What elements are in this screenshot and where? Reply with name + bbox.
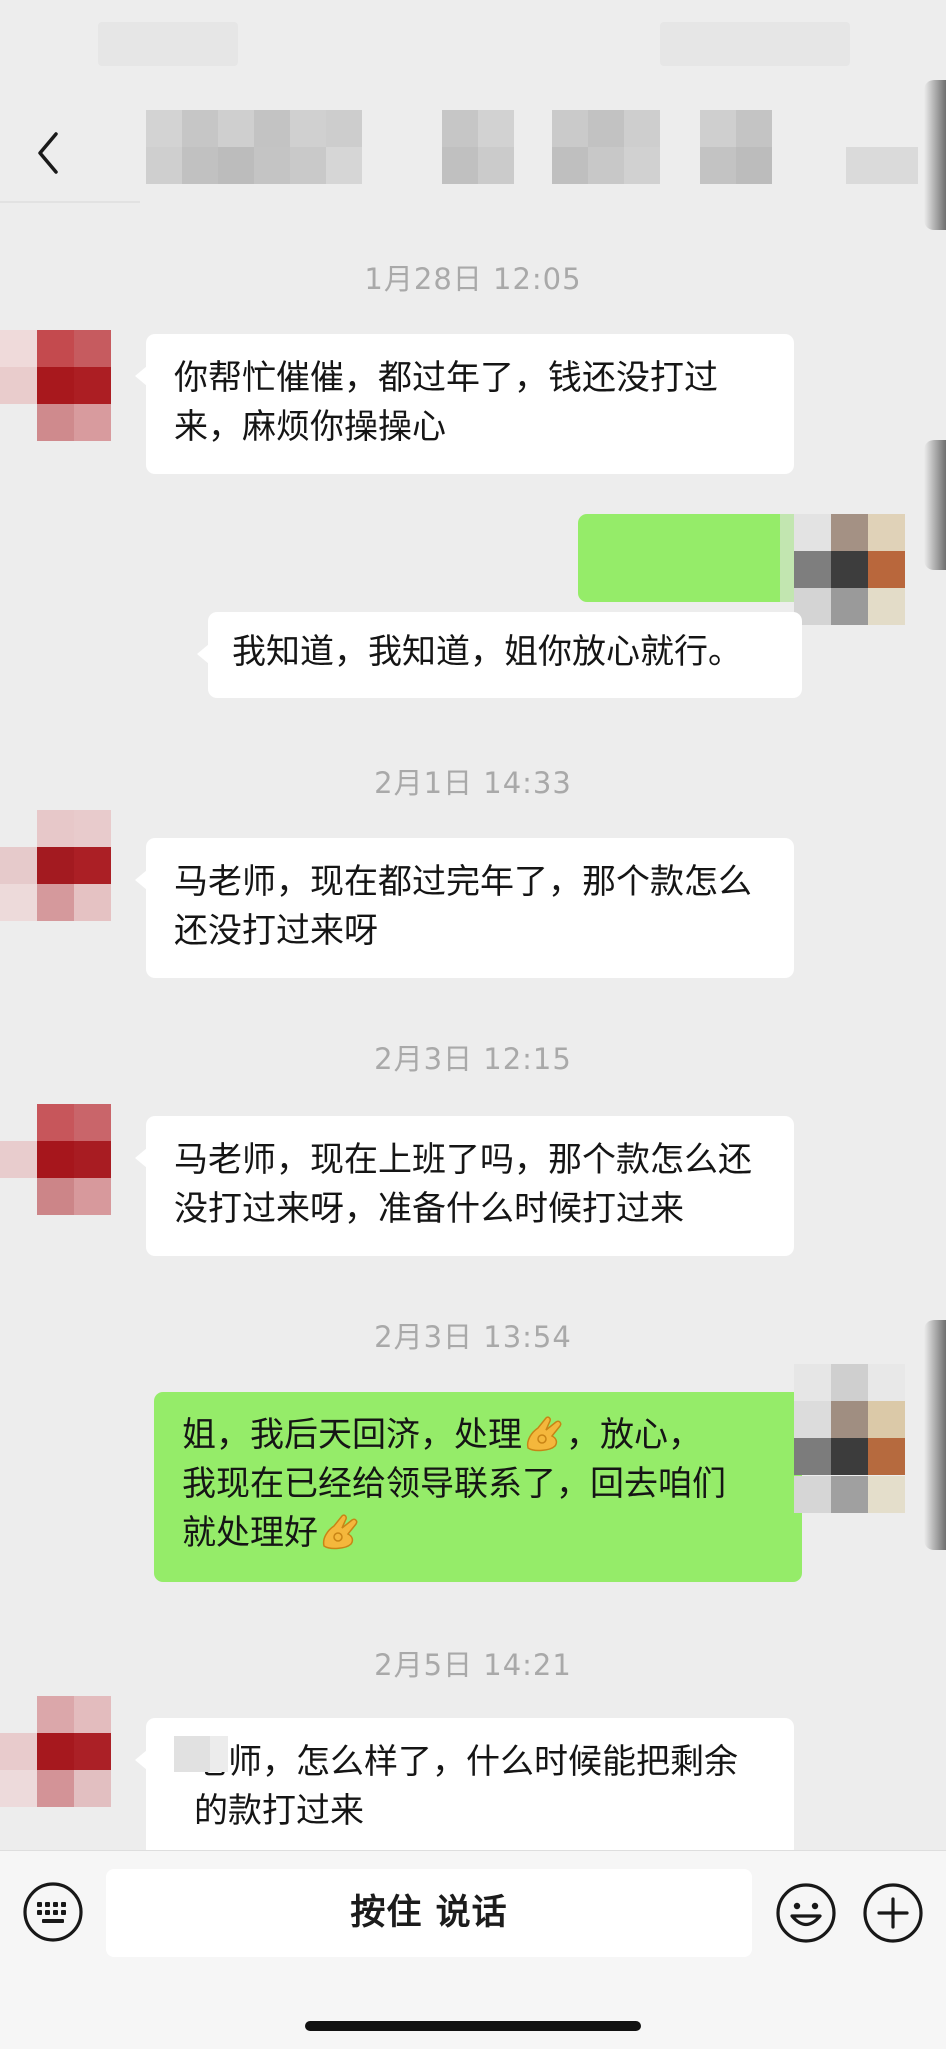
edge-shadow	[924, 440, 946, 570]
chat-header	[0, 0, 946, 205]
message-timestamp: 2月3日 12:15	[374, 1042, 572, 1076]
home-indicator[interactable]	[305, 2021, 641, 2031]
incoming-message-bubble[interactable]: 马老师，现在上班了吗，那个款怎么还没打过来呀，准备什么时候打过来	[135, 1116, 794, 1256]
quoted-text: 我知道，我知道，姐你放心就行。	[232, 632, 742, 672]
avatar[interactable]	[0, 810, 112, 922]
message-timestamp: 1月28日 12:05	[364, 262, 582, 296]
chat-input-bar: 按住 说话	[0, 1850, 946, 2049]
avatar[interactable]	[0, 1104, 112, 1216]
status-bar-blur	[98, 22, 238, 66]
ok-hand-emoji-icon	[526, 1416, 562, 1452]
smiley-icon[interactable]	[774, 1881, 838, 1945]
message-text: 你帮忙催催，都过年了，钱还没打过来，麻烦你操操心	[174, 358, 718, 447]
message-text: 姐，我后天回济，处理 ，放心， 我现在已经给领导联系了，回去咱们 就处理好	[182, 1415, 726, 1553]
message-text: 马老师，现在上班了吗，那个款怎么还没打过来呀，准备什么时候打过来	[174, 1140, 752, 1229]
contact-name-obscured	[146, 110, 918, 184]
keyboard-icon[interactable]	[22, 1881, 84, 1943]
hold-to-talk-button[interactable]: 按住 说话	[106, 1869, 752, 1957]
message-timestamp: 2月1日 14:33	[374, 766, 572, 800]
header-divider	[0, 201, 140, 203]
message-timestamp: 2月5日 14:21	[374, 1648, 572, 1682]
obscured-content	[210, 1736, 228, 1772]
incoming-message-bubble[interactable]: 马老师，现在都过完年了，那个款怎么还没打过来呀	[135, 838, 794, 978]
avatar[interactable]	[0, 1696, 112, 1808]
incoming-message-bubble[interactable]: 老师，怎么样了，什么时候能把剩余的款打过来	[135, 1718, 794, 1858]
obscured-content	[174, 1736, 210, 1772]
message-text: 老师，怎么样了，什么时候能把剩余的款打过来	[194, 1742, 738, 1831]
avatar[interactable]	[0, 330, 112, 442]
incoming-message-bubble[interactable]: 你帮忙催催，都过年了，钱还没打过来，麻烦你操操心	[135, 334, 794, 474]
status-bar-blur	[660, 22, 850, 66]
plus-circle-icon[interactable]	[861, 1881, 925, 1945]
avatar[interactable]	[794, 514, 924, 626]
chevron-left-icon[interactable]	[30, 128, 70, 178]
avatar[interactable]	[794, 1364, 924, 1476]
outgoing-message-bubble[interactable]	[578, 514, 815, 602]
message-timestamp: 2月3日 13:54	[374, 1320, 572, 1354]
outgoing-message-bubble[interactable]: 姐，我后天回济，处理 ，放心， 我现在已经给领导联系了，回去咱们 就处理好	[154, 1392, 813, 1582]
edge-shadow	[924, 80, 946, 230]
quoted-message[interactable]: 我知道，我知道，姐你放心就行。	[197, 612, 802, 698]
ok-hand-emoji-icon	[322, 1514, 358, 1550]
avatar-lower-blur	[794, 1476, 924, 1514]
message-text: 马老师，现在都过完年了，那个款怎么还没打过来呀	[174, 862, 752, 951]
